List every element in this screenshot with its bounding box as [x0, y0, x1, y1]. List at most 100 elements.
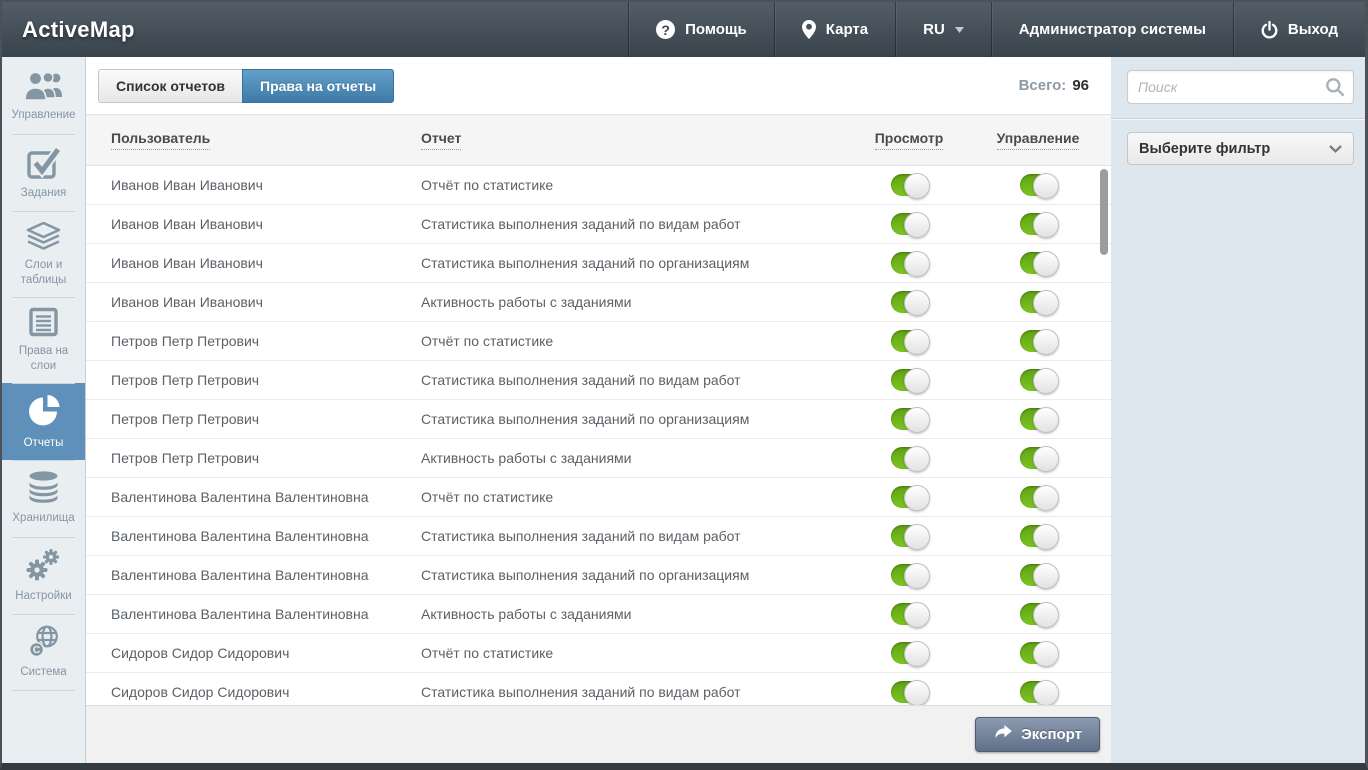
view-toggle[interactable]	[891, 447, 928, 469]
sidebar-item-reports[interactable]: Отчеты	[2, 383, 85, 460]
map-label: Карта	[826, 21, 868, 38]
sidebar-item-storage[interactable]: Хранилища	[2, 460, 85, 537]
table-row: Валентинова Валентина Валентиновна Стати…	[86, 517, 1111, 556]
help-icon: ?	[656, 20, 675, 39]
table-footer: Экспорт	[86, 705, 1111, 763]
search-input[interactable]	[1127, 70, 1354, 104]
tab-report-list[interactable]: Список отчетов	[98, 69, 242, 103]
filter-panel: Выберите фильтр	[1111, 57, 1365, 763]
manage-toggle[interactable]	[1020, 447, 1057, 469]
tab-report-permissions[interactable]: Права на отчеты	[242, 69, 394, 103]
sidebar-label: Права на слои	[5, 344, 82, 374]
svg-text:C: C	[32, 644, 40, 656]
cell-user: Иванов Иван Иванович	[86, 216, 421, 232]
cell-user: Петров Петр Петрович	[86, 333, 421, 349]
table-row: Валентинова Валентина Валентиновна Актив…	[86, 595, 1111, 634]
system-globe-icon: C	[26, 625, 62, 658]
manage-toggle[interactable]	[1020, 174, 1057, 196]
settings-gears-icon	[26, 548, 62, 582]
view-toggle[interactable]	[891, 486, 928, 508]
cell-report: Отчёт по статистике	[421, 333, 853, 349]
column-manage[interactable]: Управление	[997, 130, 1080, 150]
manage-toggle[interactable]	[1020, 486, 1057, 508]
logout-button[interactable]: Выход	[1233, 2, 1365, 57]
total-counter: Всего:96	[1019, 77, 1095, 94]
table-row: Валентинова Валентина Валентиновна Стати…	[86, 556, 1111, 595]
caret-down-icon	[955, 27, 964, 33]
manage-toggle[interactable]	[1020, 525, 1057, 547]
search-icon[interactable]	[1325, 77, 1345, 102]
view-toggle[interactable]	[891, 291, 928, 313]
sidebar-label: Отчеты	[24, 436, 64, 451]
manage-toggle[interactable]	[1020, 330, 1057, 352]
sidebar-label: Управление	[12, 108, 76, 123]
manage-toggle[interactable]	[1020, 642, 1057, 664]
table-row: Иванов Иван Иванович Активность работы с…	[86, 283, 1111, 322]
language-selector[interactable]: RU	[895, 2, 991, 57]
sidebar-item-layer-permissions[interactable]: Права на слои	[2, 297, 85, 383]
manage-toggle[interactable]	[1020, 213, 1057, 235]
view-toggle[interactable]	[891, 330, 928, 352]
view-toggle[interactable]	[891, 408, 928, 430]
column-report[interactable]: Отчет	[421, 130, 461, 150]
table-row: Иванов Иван Иванович Статистика выполнен…	[86, 205, 1111, 244]
sidebar-item-management[interactable]: Управление	[2, 57, 85, 134]
manage-toggle[interactable]	[1020, 369, 1057, 391]
toolbar: Список отчетов Права на отчеты Всего:96	[86, 57, 1111, 114]
manage-toggle[interactable]	[1020, 603, 1057, 625]
map-pin-icon	[802, 20, 816, 39]
cell-user: Петров Петр Петрович	[86, 372, 421, 388]
sidebar-item-system[interactable]: C Система	[2, 614, 85, 691]
cell-user: Иванов Иван Иванович	[86, 255, 421, 271]
navbar-menu: ? Помощь Карта RU Администратор системы	[628, 2, 1365, 57]
view-toggle[interactable]	[891, 564, 928, 586]
cell-report: Статистика выполнения заданий по видам р…	[421, 216, 853, 232]
sidebar-item-layers[interactable]: Слои и таблицы	[2, 211, 85, 297]
view-toggle[interactable]	[891, 642, 928, 664]
view-toggle[interactable]	[891, 369, 928, 391]
tab-bar: Список отчетов Права на отчеты	[98, 69, 394, 103]
cell-report: Активность работы с заданиями	[421, 606, 853, 622]
table-row: Петров Петр Петрович Активность работы с…	[86, 439, 1111, 478]
help-button[interactable]: ? Помощь	[628, 2, 774, 57]
account-button[interactable]: Администратор системы	[991, 2, 1233, 57]
map-button[interactable]: Карта	[774, 2, 895, 57]
top-navbar: ActiveMap ? Помощь Карта RU Администрато…	[2, 2, 1365, 57]
manage-toggle[interactable]	[1020, 291, 1057, 313]
manage-toggle[interactable]	[1020, 252, 1057, 274]
sidebar: Управление Задания	[2, 57, 86, 763]
view-toggle[interactable]	[891, 681, 928, 703]
cell-user: Сидоров Сидор Сидорович	[86, 684, 421, 700]
view-toggle[interactable]	[891, 603, 928, 625]
table-row: Сидоров Сидор Сидорович Статистика выпол…	[86, 673, 1111, 705]
table-row: Валентинова Валентина Валентиновна Отчёт…	[86, 478, 1111, 517]
view-toggle[interactable]	[891, 174, 928, 196]
logout-label: Выход	[1288, 21, 1338, 38]
users-icon	[24, 70, 64, 101]
cell-report: Статистика выполнения заданий по видам р…	[421, 684, 853, 700]
cell-user: Сидоров Сидор Сидорович	[86, 645, 421, 661]
help-label: Помощь	[685, 21, 747, 38]
column-view[interactable]: Просмотр	[875, 130, 944, 150]
vertical-scrollbar[interactable]	[1100, 169, 1108, 255]
cell-user: Петров Петр Петрович	[86, 411, 421, 427]
manage-toggle[interactable]	[1020, 564, 1057, 586]
sidebar-item-settings[interactable]: Настройки	[2, 537, 85, 614]
view-toggle[interactable]	[891, 525, 928, 547]
manage-toggle[interactable]	[1020, 408, 1057, 430]
view-toggle[interactable]	[891, 252, 928, 274]
cell-report: Статистика выполнения заданий по организ…	[421, 411, 853, 427]
export-button[interactable]: Экспорт	[975, 717, 1100, 752]
filter-dropdown[interactable]: Выберите фильтр	[1127, 132, 1354, 165]
cell-user: Валентинова Валентина Валентиновна	[86, 528, 421, 544]
cell-report: Активность работы с заданиями	[421, 294, 853, 310]
sidebar-item-tasks[interactable]: Задания	[2, 134, 85, 211]
layers-icon	[25, 221, 62, 251]
view-toggle[interactable]	[891, 213, 928, 235]
table-row: Иванов Иван Иванович Отчёт по статистике	[86, 166, 1111, 205]
cell-user: Валентинова Валентина Валентиновна	[86, 489, 421, 505]
column-user[interactable]: Пользователь	[111, 130, 210, 150]
total-value: 96	[1072, 77, 1089, 94]
sidebar-label: Хранилища	[12, 511, 74, 526]
manage-toggle[interactable]	[1020, 681, 1057, 703]
